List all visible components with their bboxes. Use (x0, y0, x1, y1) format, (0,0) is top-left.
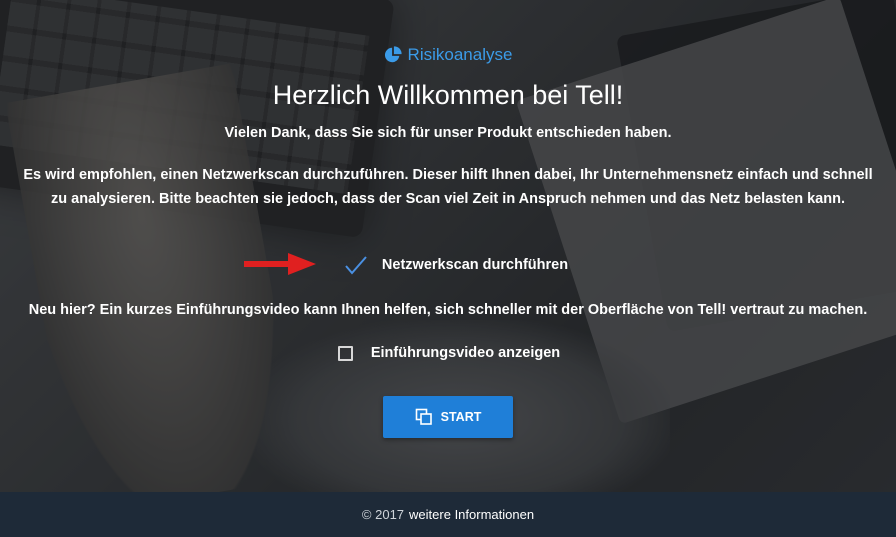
intro-video-hint: Neu hier? Ein kurzes Einführungsvideo ka… (28, 302, 868, 318)
copyright-text: © 2017 (361, 507, 405, 522)
intro-video-checkbox[interactable] (337, 345, 353, 361)
welcome-dialog: Risikoanalyse Herzlich Willkommen bei Te… (0, 0, 896, 492)
checkmark-icon[interactable] (344, 254, 368, 276)
network-scan-option[interactable]: Netzwerkscan durchführen (0, 252, 896, 278)
footer: © 2017 weitere Informationen (0, 492, 896, 537)
thank-you-text: Vielen Dank, dass Sie sich für unser Pro… (224, 125, 672, 141)
start-button[interactable]: START (383, 396, 513, 438)
page-title: Herzlich Willkommen bei Tell! (272, 80, 624, 110)
copy-icon (415, 408, 432, 425)
network-scan-label: Netzwerkscan durchführen (381, 257, 569, 273)
more-info-link[interactable]: weitere Informationen (409, 507, 534, 522)
start-button-label: START (440, 410, 482, 424)
scan-recommendation-text: Es wird empfohlen, einen Netzwerkscan du… (23, 167, 873, 207)
intro-video-label: Einführungsvideo anzeigen (370, 345, 561, 361)
intro-video-option[interactable]: Einführungsvideo anzeigen (0, 340, 896, 366)
brand-label: Risikoanalyse (407, 45, 513, 64)
brand: Risikoanalyse (0, 43, 896, 67)
pie-chart-icon (384, 46, 402, 63)
